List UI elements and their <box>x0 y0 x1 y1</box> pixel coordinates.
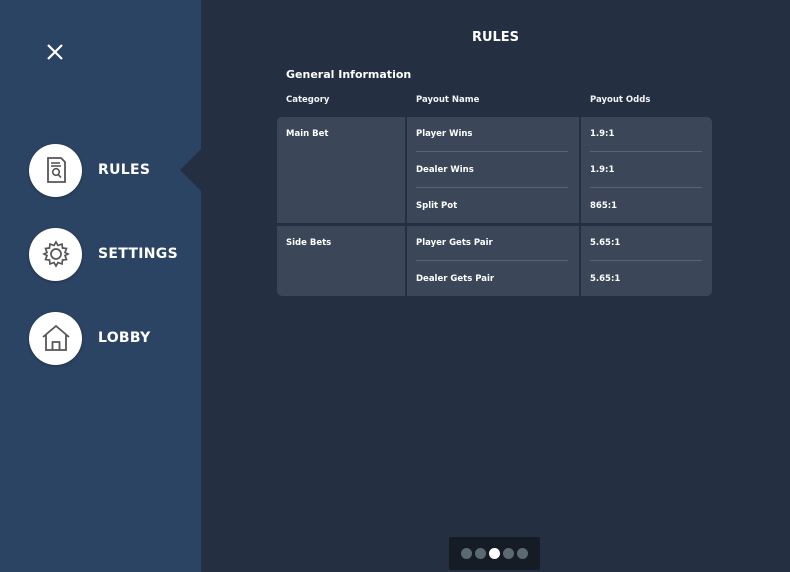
page-dot-3-active[interactable] <box>489 548 500 559</box>
page-dot-2[interactable] <box>475 548 486 559</box>
sidebar-item-settings[interactable]: SETTINGS <box>29 227 178 281</box>
table-group-side-bets: Side Bets Player Gets Pair Dealer Gets P… <box>277 226 712 296</box>
page-dot-4[interactable] <box>503 548 514 559</box>
close-button[interactable] <box>43 40 67 64</box>
sidebar-item-rules[interactable]: RULES <box>29 143 150 197</box>
payout-name: Player Wins <box>416 129 473 139</box>
payout-name: Dealer Wins <box>416 165 474 175</box>
rules-icon <box>46 157 66 183</box>
sidebar-item-label: SETTINGS <box>98 246 178 262</box>
table-group-main-bet: Main Bet Player Wins Dealer Wins Split P… <box>277 117 712 223</box>
payout-name: Player Gets Pair <box>416 238 493 248</box>
active-item-indicator <box>180 149 201 191</box>
sidebar-item-label: RULES <box>98 162 151 178</box>
column-header-category: Category <box>286 95 330 105</box>
row-divider <box>416 260 568 261</box>
payout-odds: 5.65:1 <box>590 238 621 248</box>
payout-name-cell: Player Gets Pair Dealer Gets Pair <box>407 226 579 296</box>
gear-icon <box>41 240 70 268</box>
payout-odds: 5.65:1 <box>590 274 621 284</box>
payout-odds-cell: 1.9:1 1.9:1 865:1 <box>581 117 712 223</box>
page-dot-5[interactable] <box>517 548 528 559</box>
section-title: General Information <box>286 68 412 81</box>
gear-icon-circle <box>29 227 82 281</box>
payout-odds: 1.9:1 <box>590 129 615 139</box>
sidebar-item-label: LOBBY <box>98 330 151 346</box>
payout-name-cell: Player Wins Dealer Wins Split Pot <box>407 117 579 223</box>
column-header-payout-odds: Payout Odds <box>590 95 651 105</box>
home-icon <box>41 324 70 351</box>
category-cell: Main Bet <box>277 117 405 223</box>
home-icon-circle <box>29 311 82 365</box>
row-divider <box>416 187 568 188</box>
page-indicator <box>449 537 540 570</box>
column-header-payout-name: Payout Name <box>416 95 480 105</box>
page-title: RULES <box>471 30 520 45</box>
row-divider <box>416 151 568 152</box>
category-label: Main Bet <box>286 129 329 139</box>
page-dot-1[interactable] <box>461 548 472 559</box>
category-cell: Side Bets <box>277 226 405 296</box>
close-icon <box>47 44 63 60</box>
sidebar-item-lobby[interactable]: LOBBY <box>29 311 151 365</box>
sidebar-menu: RULES SETTINGS LOBBY <box>0 0 201 572</box>
row-divider <box>590 187 702 188</box>
row-divider <box>590 260 702 261</box>
payout-name: Split Pot <box>416 201 458 211</box>
category-label: Side Bets <box>286 238 332 248</box>
payout-odds-cell: 5.65:1 5.65:1 <box>581 226 712 296</box>
payout-name: Dealer Gets Pair <box>416 274 495 284</box>
payout-odds: 865:1 <box>590 201 618 211</box>
rules-icon-circle <box>29 143 82 197</box>
row-divider <box>590 151 702 152</box>
payout-odds: 1.9:1 <box>590 165 615 175</box>
